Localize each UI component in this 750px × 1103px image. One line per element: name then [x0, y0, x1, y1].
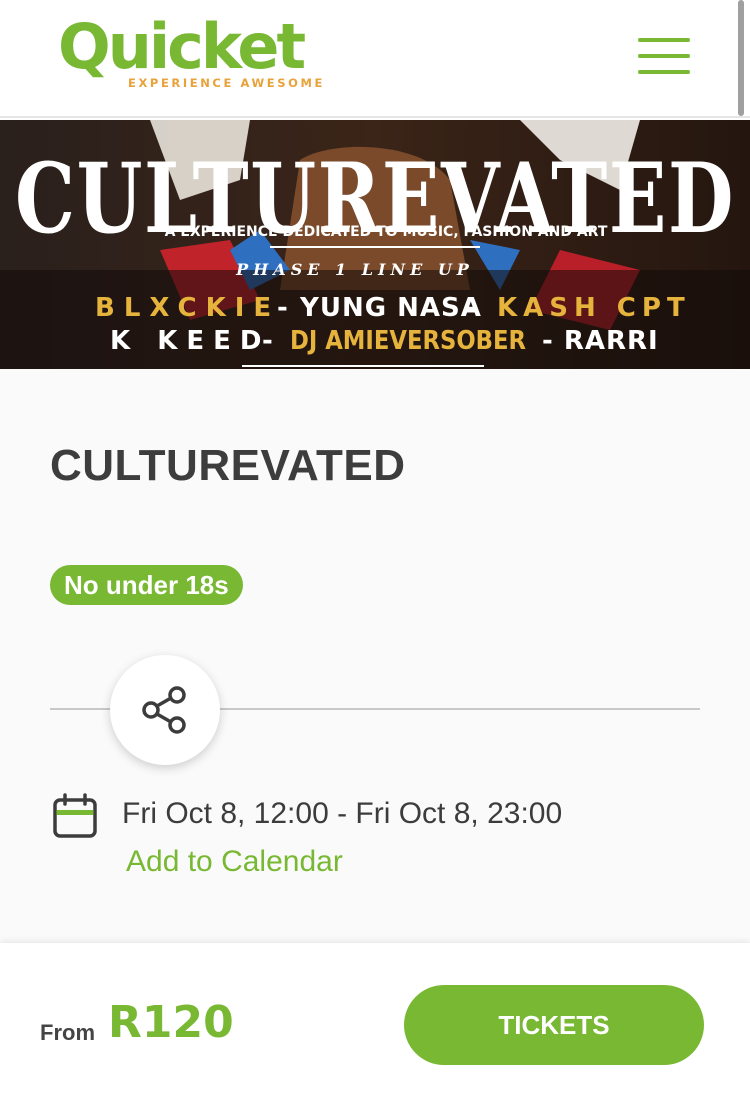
hamburger-menu-icon[interactable] [636, 34, 692, 78]
logo-tagline: EXPERIENCE AWESOME [128, 76, 326, 90]
lineup-artist-yung-nasa: YUNG NASA [299, 293, 482, 323]
lineup-separator: - [262, 326, 273, 356]
lineup-artist-kash-cpt: KASH CPT [497, 293, 691, 323]
quicket-logo[interactable]: Quicket EXPERIENCE AWESOME [58, 10, 322, 92]
ticket-footer-bar: From R120 TICKETS [0, 943, 750, 1103]
app-header: Quicket EXPERIENCE AWESOME [0, 0, 750, 118]
event-banner-image: CULTUREVATED A EXPERIENCE DEDICATED TO M… [0, 120, 750, 369]
banner-artwork: CULTUREVATED A EXPERIENCE DEDICATED TO M… [0, 120, 750, 369]
share-button[interactable] [110, 655, 220, 765]
logo-wordmark: Quicket [58, 10, 306, 83]
lineup-artist-dj-amieversober: DJ AMIEVERSOBER [290, 326, 526, 356]
lineup-artist-k-keed: K KEED [110, 326, 270, 356]
tickets-button[interactable]: TICKETS [404, 985, 704, 1065]
calendar-icon [53, 793, 97, 838]
share-icon [142, 686, 186, 734]
scrollbar[interactable] [738, 0, 744, 116]
add-to-calendar-link[interactable]: Add to Calendar [126, 845, 343, 879]
event-title: CULTUREVATED [50, 441, 406, 490]
price-from-label: From [40, 1020, 95, 1045]
lineup-artist-blxckie: BLXCKIE [95, 293, 280, 323]
lineup-artist-rarri: - RARRI [542, 326, 659, 356]
event-date-range: Fri Oct 8, 12:00 - Fri Oct 8, 23:00 [122, 797, 563, 830]
ticket-price: R120 [108, 997, 234, 1048]
banner-subline: A EXPERIENCE DEDICATED TO MUSIC, FASHION… [165, 224, 608, 240]
lineup-separator: - [277, 293, 288, 323]
banner-phase: PHASE 1 LINE UP [235, 260, 474, 279]
lineup-separator: - [464, 293, 475, 323]
age-restriction-badge: No under 18s [50, 565, 243, 605]
event-details: CULTUREVATED No under 18s Fri Oct 8, 12:… [0, 369, 750, 943]
